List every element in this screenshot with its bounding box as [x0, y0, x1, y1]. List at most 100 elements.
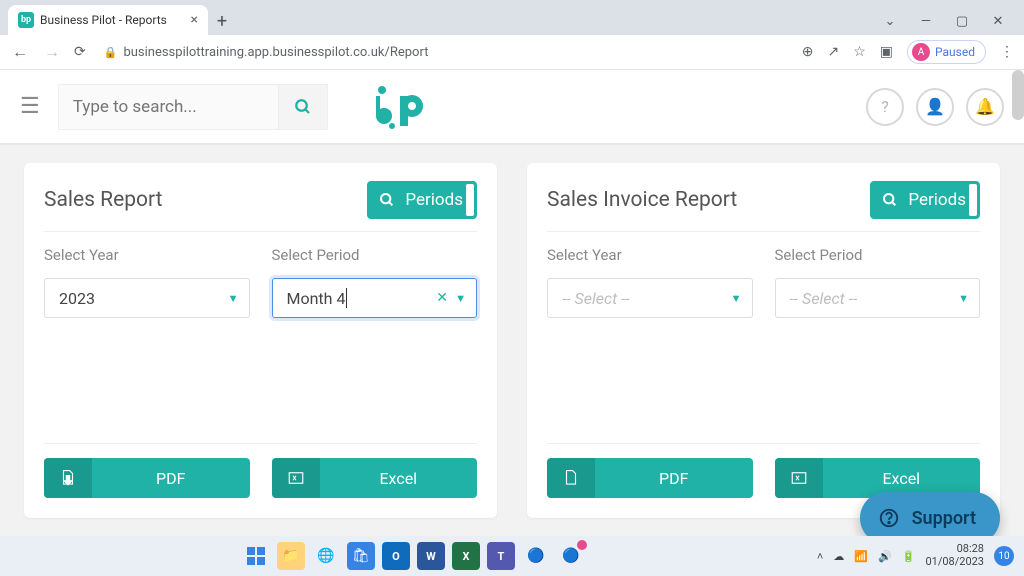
period-placeholder: -- Select -- — [790, 289, 858, 308]
favicon: bp — [18, 12, 34, 28]
bookmark-icon[interactable]: ☆ — [853, 44, 866, 60]
bp-logo — [370, 82, 430, 132]
minimize-icon[interactable]: — — [914, 14, 938, 29]
zoom-icon[interactable]: ⊕ — [802, 44, 814, 60]
maximize-icon[interactable]: ▢ — [950, 14, 974, 29]
forward-icon[interactable]: → — [42, 42, 62, 62]
reload-icon[interactable]: ⟳ — [74, 44, 86, 60]
sales-invoice-report-card: Sales Invoice Report Periods Select Year… — [527, 163, 1000, 518]
chevron-down-icon: ▼ — [455, 292, 466, 305]
search-icon — [882, 192, 898, 208]
close-window-icon[interactable]: ✕ — [986, 14, 1010, 29]
user-button[interactable]: 👤 — [916, 88, 954, 126]
app-header: ☰ ? 👤 🔔 — [0, 70, 1024, 145]
store-icon[interactable]: 🛍 — [347, 542, 375, 570]
battery-icon[interactable]: 🔋 — [902, 550, 916, 563]
notifications-button[interactable]: 🔔 — [966, 88, 1004, 126]
new-tab-button[interactable]: + — [208, 7, 236, 35]
explorer-icon[interactable]: 📁 — [277, 542, 305, 570]
hamburger-menu-icon[interactable]: ☰ — [20, 94, 40, 119]
start-icon[interactable] — [242, 542, 270, 570]
chevron-down-icon: ▼ — [228, 292, 239, 305]
browser-toolbar: ← → ⟳ 🔒 businesspilottraining.app.busine… — [0, 35, 1024, 70]
edge-icon[interactable]: 🌐 — [312, 542, 340, 570]
search-icon — [379, 192, 395, 208]
bell-icon: 🔔 — [975, 97, 995, 116]
support-label: Support — [912, 508, 976, 529]
onedrive-icon[interactable]: ☁ — [833, 550, 844, 563]
export-excel-button[interactable]: Excel — [272, 458, 478, 498]
logo[interactable] — [370, 82, 430, 132]
clock[interactable]: 08:28 01/08/2023 — [925, 543, 984, 568]
scrollbar-thumb[interactable] — [1012, 70, 1024, 120]
period-value: Month 4 — [287, 289, 346, 308]
export-pdf-button[interactable]: PDF — [44, 458, 250, 498]
periods-label: Periods — [405, 190, 463, 210]
browser-tab-strip: bp Business Pilot - Reports × + ⌄ — ▢ ✕ — [0, 0, 1024, 35]
profile-paused-badge[interactable]: A Paused — [907, 40, 986, 64]
browser-tab[interactable]: bp Business Pilot - Reports × — [8, 5, 208, 35]
year-label: Select Year — [547, 246, 753, 264]
url-text: businesspilottraining.app.businesspilot.… — [123, 45, 428, 60]
tab-title: Business Pilot - Reports — [40, 13, 167, 27]
share-icon[interactable]: ↗ — [827, 44, 839, 60]
report-content: Sales Report Periods Select Year 2023 ▼ … — [0, 145, 1024, 536]
teams-icon[interactable]: T — [487, 542, 515, 570]
text-cursor — [346, 288, 347, 308]
periods-button[interactable]: Periods — [870, 181, 980, 219]
wifi-icon[interactable]: 📶 — [854, 550, 868, 563]
help-button[interactable]: ? — [866, 88, 904, 126]
year-value: 2023 — [59, 289, 95, 308]
profile-avatar: A — [912, 43, 930, 61]
year-placeholder: -- Select -- — [562, 289, 630, 308]
excel-icon[interactable]: X — [452, 542, 480, 570]
sales-report-card: Sales Report Periods Select Year 2023 ▼ … — [24, 163, 497, 518]
year-select[interactable]: -- Select -- ▼ — [547, 278, 753, 318]
extensions-icon[interactable]: ▣ — [880, 44, 893, 60]
notification-badge[interactable]: 10 — [994, 546, 1014, 566]
excel-label: Excel — [320, 469, 478, 488]
question-circle-icon — [878, 507, 900, 529]
excel-label: Excel — [823, 469, 981, 488]
chevron-down-icon: ▼ — [731, 292, 742, 305]
year-select[interactable]: 2023 ▼ — [44, 278, 250, 318]
periods-label: Periods — [908, 190, 966, 210]
lock-icon: 🔒 — [104, 46, 118, 59]
export-pdf-button[interactable]: PDF — [547, 458, 753, 498]
period-select[interactable]: Month 4 ✕ ▼ — [272, 278, 478, 318]
kebab-menu-icon[interactable]: ⋮ — [1000, 44, 1014, 60]
clear-icon[interactable]: ✕ — [436, 290, 448, 306]
periods-button[interactable]: Periods — [367, 181, 477, 219]
close-tab-icon[interactable]: × — [191, 12, 198, 28]
card-title: Sales Report — [44, 188, 163, 212]
date-text: 01/08/2023 — [925, 556, 984, 569]
window-controls: ⌄ — ▢ ✕ — [878, 14, 1024, 35]
chrome-icon[interactable]: 🔵 — [522, 542, 550, 570]
pdf-icon — [547, 458, 595, 498]
excel-icon — [775, 458, 823, 498]
card-title: Sales Invoice Report — [547, 188, 737, 212]
search-button[interactable] — [278, 84, 328, 130]
volume-icon[interactable]: 🔊 — [878, 550, 892, 563]
period-label: Select Period — [775, 246, 981, 264]
word-icon[interactable]: W — [417, 542, 445, 570]
period-label: Select Period — [272, 246, 478, 264]
user-icon: 👤 — [925, 97, 945, 116]
excel-icon — [272, 458, 320, 498]
search-icon — [294, 98, 312, 116]
period-select[interactable]: -- Select -- ▼ — [775, 278, 981, 318]
search-input[interactable] — [58, 84, 278, 130]
address-bar[interactable]: 🔒 businesspilottraining.app.businesspilo… — [104, 45, 429, 60]
pdf-label: PDF — [595, 469, 753, 488]
back-icon[interactable]: ← — [10, 42, 30, 62]
pdf-icon — [44, 458, 92, 498]
paused-label: Paused — [935, 45, 975, 59]
pdf-label: PDF — [92, 469, 250, 488]
chrome-active-icon[interactable]: 🔵 — [557, 542, 585, 570]
year-label: Select Year — [44, 246, 250, 264]
question-icon: ? — [881, 97, 889, 116]
caret-down-icon[interactable]: ⌄ — [878, 14, 902, 29]
outlook-icon[interactable]: O — [382, 542, 410, 570]
windows-taskbar: 📁 🌐 🛍 O W X T 🔵 🔵 ˄ ☁ 📶 🔊 🔋 08:28 01/08/… — [0, 536, 1024, 576]
tray-chevron-icon[interactable]: ˄ — [817, 550, 823, 563]
